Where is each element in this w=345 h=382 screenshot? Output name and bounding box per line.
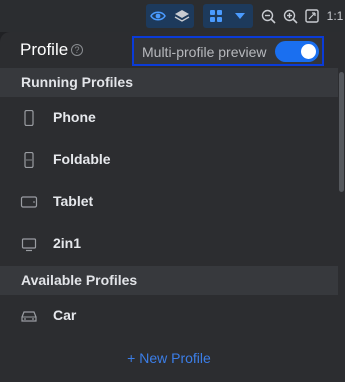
phone-icon — [24, 110, 34, 126]
profile-label: Car — [53, 307, 77, 323]
multi-profile-preview-label: Multi-profile preview — [142, 44, 267, 60]
zoom-in-icon[interactable] — [281, 5, 299, 27]
running-profiles-label: Running Profiles — [21, 74, 133, 90]
laptop-icon — [21, 238, 37, 252]
eye-icon[interactable] — [148, 5, 168, 27]
panel-scrollbar[interactable] — [339, 72, 344, 192]
multi-profile-preview-control: Multi-profile preview — [132, 36, 324, 66]
running-profiles-header: Running Profiles — [0, 68, 338, 97]
foldable-icon — [24, 152, 34, 168]
layers-icon[interactable] — [172, 5, 192, 27]
help-icon[interactable]: ? — [71, 44, 83, 56]
dropdown-caret-icon[interactable] — [230, 5, 250, 27]
top-toolbar: 1:1 — [0, 0, 345, 32]
available-profiles-header: Available Profiles — [0, 266, 338, 295]
profile-item-foldable[interactable]: Foldable — [0, 139, 338, 181]
profile-item-2in1[interactable]: 2in1 — [0, 223, 338, 265]
profile-item-tablet[interactable]: Tablet — [0, 181, 338, 223]
profile-label: Phone — [53, 109, 96, 125]
profile-panel: Profile ? Multi-profile preview Running … — [0, 32, 345, 382]
tablet-icon — [20, 196, 38, 208]
new-profile-button[interactable]: + New Profile — [0, 350, 338, 366]
available-profiles-label: Available Profiles — [21, 272, 138, 288]
profile-item-phone[interactable]: Phone — [0, 97, 338, 139]
profile-label: Foldable — [53, 151, 111, 167]
toggle-knob — [301, 44, 316, 59]
grid-icon[interactable] — [205, 5, 227, 27]
fit-screen-icon[interactable] — [303, 5, 321, 27]
profile-item-car[interactable]: Car — [0, 295, 338, 337]
car-icon — [21, 311, 37, 322]
profile-label: Tablet — [53, 193, 94, 209]
zoom-out-icon[interactable] — [259, 5, 277, 27]
multi-profile-preview-toggle[interactable] — [275, 41, 319, 62]
profile-label: 2in1 — [53, 235, 82, 251]
panel-title: Profile — [20, 40, 69, 59]
panel-header: Profile ? Multi-profile preview — [0, 32, 345, 68]
actual-size-button[interactable]: 1:1 — [325, 5, 345, 27]
